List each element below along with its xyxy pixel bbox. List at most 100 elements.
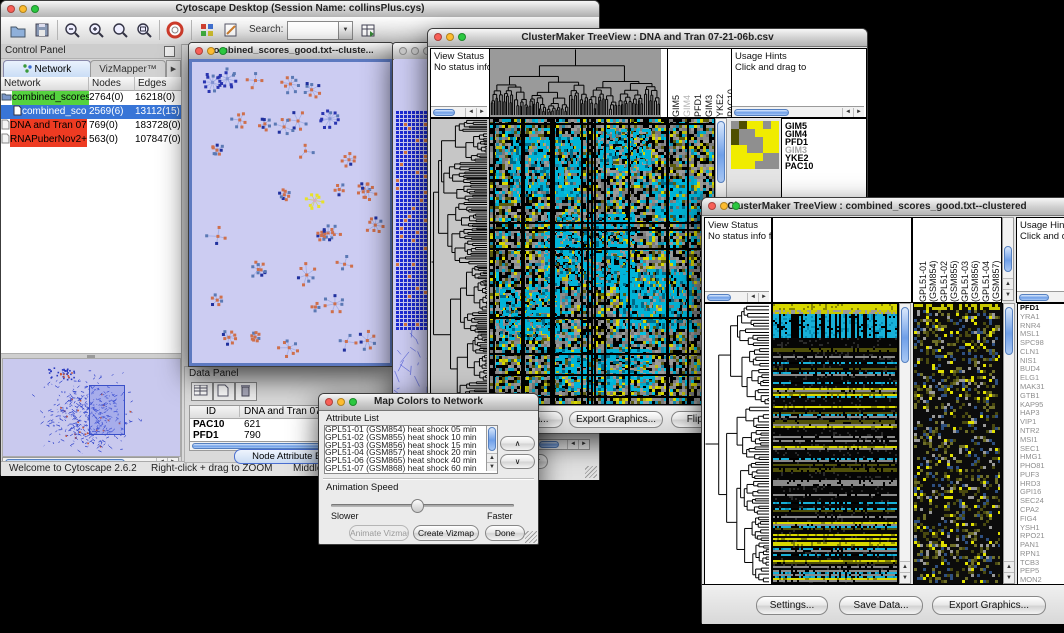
main-window-controls[interactable] [7,5,39,13]
scroll-left-icon[interactable]: ◄ [747,293,758,302]
scrollbar-thumb[interactable] [488,427,496,451]
list-vscrollbar[interactable]: ▲ ▼ [486,426,497,471]
minimize-icon[interactable] [19,5,27,13]
tv1-zoom-heatmap[interactable] [731,121,779,169]
hscrollbar[interactable]: ◄► [431,106,487,117]
zoom-window-icon[interactable] [219,47,227,55]
annotation-icon[interactable] [222,21,240,39]
scrollbar-thumb[interactable] [901,307,909,363]
minimize-icon[interactable] [207,47,215,55]
hscrollbar[interactable]: ◄► [1017,291,1064,302]
float-panel-icon[interactable] [164,46,175,57]
scroll-down-icon[interactable]: ▼ [1003,289,1013,300]
scroll-right-icon[interactable]: ► [578,440,589,449]
tv1-gene-dendrogram[interactable] [431,119,487,404]
zoom-window-icon[interactable] [458,33,466,41]
network-row-combined-scores[interactable]: combined_scores2764(0)16218(0) [1,91,181,105]
zoom-window-icon[interactable] [31,5,39,13]
resize-grip[interactable] [585,466,597,478]
import-table-icon[interactable] [359,21,377,39]
save-data-button[interactable]: Save Data... [839,596,923,615]
speed-slider-handle[interactable] [411,499,424,513]
help-icon[interactable] [166,21,184,39]
attribute-list[interactable]: GPL51-01 (GSM854) heat shock 05 minGPL51… [324,425,498,474]
create-vizmap-button[interactable]: Create Vizmap [413,525,479,541]
animate-vizmap-button[interactable]: Animate Vizmap [349,525,409,541]
save-session-icon[interactable] [33,21,51,39]
scroll-left-icon[interactable]: ◄ [567,440,578,449]
open-session-icon[interactable] [9,21,27,39]
hscrollbar[interactable]: ◄► [536,439,590,450]
hscrollbar[interactable]: ◄► [705,291,769,302]
settings-button[interactable]: Settings... [756,596,828,615]
zoom-fit-icon[interactable] [135,21,153,39]
delete-attribute-icon[interactable] [235,382,257,401]
close-icon[interactable] [708,202,716,210]
network-row-combined-sco-selected[interactable]: combined_sco2569(6)13112(15) [1,105,181,119]
scrollbar-thumb[interactable] [717,121,725,183]
resize-grip[interactable] [525,531,537,543]
zoom-window-icon[interactable] [349,398,357,406]
minimize-icon[interactable] [720,202,728,210]
scroll-down-icon[interactable]: ▼ [1004,572,1014,583]
close-icon[interactable] [7,5,15,13]
minimize-icon[interactable] [337,398,345,406]
scroll-right-icon[interactable]: ► [758,293,769,302]
tv2-zoom-vscrollbar[interactable]: ▲ ▼ [1003,303,1015,584]
zoom-out-icon[interactable] [63,21,81,39]
network-row-rnapuber[interactable]: RNAPuberNov2+563(0)107847(0) [1,133,181,147]
scroll-right-icon[interactable]: ► [853,108,864,117]
col-network[interactable]: Network [1,77,89,91]
search-dropdown-icon[interactable]: ▼ [338,21,353,40]
network-row-dna-tran[interactable]: DNA and Tran 07769(0)183728(0) [1,119,181,133]
zoom-window-icon[interactable] [732,202,740,210]
col-edges[interactable]: Edges [135,77,181,91]
overview-viewport-rect[interactable] [89,385,125,435]
zoom-selected-icon[interactable] [111,21,129,39]
tab-network[interactable]: Network [3,60,91,78]
close-icon[interactable] [325,398,333,406]
scroll-up-icon[interactable]: ▲ [487,453,497,462]
tv1-column-dendrogram[interactable] [490,49,660,115]
tab-vizmapper[interactable]: VizMapper™ [90,60,166,78]
attribute-item[interactable]: GPL51-07 (GSM868) heat shock 60 min [325,465,497,473]
tv2-gene-dendrogram[interactable] [705,304,769,583]
tv2-global-heatmap[interactable] [773,304,897,583]
dialog-titlebar[interactable]: Map Colors to Network [319,394,538,411]
close-icon[interactable] [434,33,442,41]
close-icon[interactable] [399,47,407,55]
scrollbar-thumb[interactable] [1004,246,1012,272]
move-down-button[interactable]: ∨ [500,454,535,469]
scrollbar-thumb[interactable] [1005,307,1013,355]
treeview2-titlebar[interactable]: ClusterMaker TreeView : combined_scores_… [702,198,1064,216]
scroll-up-icon[interactable]: ▲ [900,561,910,572]
scroll-up-icon[interactable]: ▲ [1003,278,1013,289]
scroll-down-icon[interactable]: ▼ [900,572,910,583]
tv2-vscrollbar[interactable]: ▲ ▼ [899,303,911,584]
close-icon[interactable] [195,47,203,55]
network-view-canvas[interactable] [192,62,390,363]
export-graphics-button[interactable]: Export Graphics... [569,411,663,428]
scroll-left-icon[interactable]: ◄ [842,108,853,117]
table-view-icon[interactable] [191,382,213,401]
network-view-2-canvas[interactable] [394,59,427,433]
minimize-icon[interactable] [446,33,454,41]
tv2-zoom-heatmap[interactable] [914,304,1000,583]
done-button[interactable]: Done [485,525,525,541]
scroll-right-icon[interactable]: ► [476,108,487,117]
hscrollbar[interactable]: ◄► [732,106,864,117]
treeview1-titlebar[interactable]: ClusterMaker TreeView : DNA and Tran 07-… [428,29,867,47]
network-view-titlebar[interactable]: combined_scores_good.txt--cluste... [189,43,393,60]
tv1-global-heatmap[interactable] [490,119,714,404]
scroll-down-icon[interactable]: ▼ [487,462,497,471]
minimize-icon[interactable] [411,47,419,55]
export-graphics-button[interactable]: Export Graphics... [932,596,1046,615]
move-up-button[interactable]: ∧ [500,436,535,451]
new-attribute-icon[interactable] [213,382,235,401]
main-titlebar[interactable]: Cytoscape Desktop (Session Name: collins… [1,1,599,18]
zoom-in-icon[interactable] [87,21,105,39]
tv2-column-dendrogram-panel[interactable] [772,217,912,303]
tv2-top-vscrollbar[interactable]: ▲ ▼ [1002,217,1014,301]
scroll-up-icon[interactable]: ▲ [1004,561,1014,572]
scroll-left-icon[interactable]: ◄ [465,108,476,117]
